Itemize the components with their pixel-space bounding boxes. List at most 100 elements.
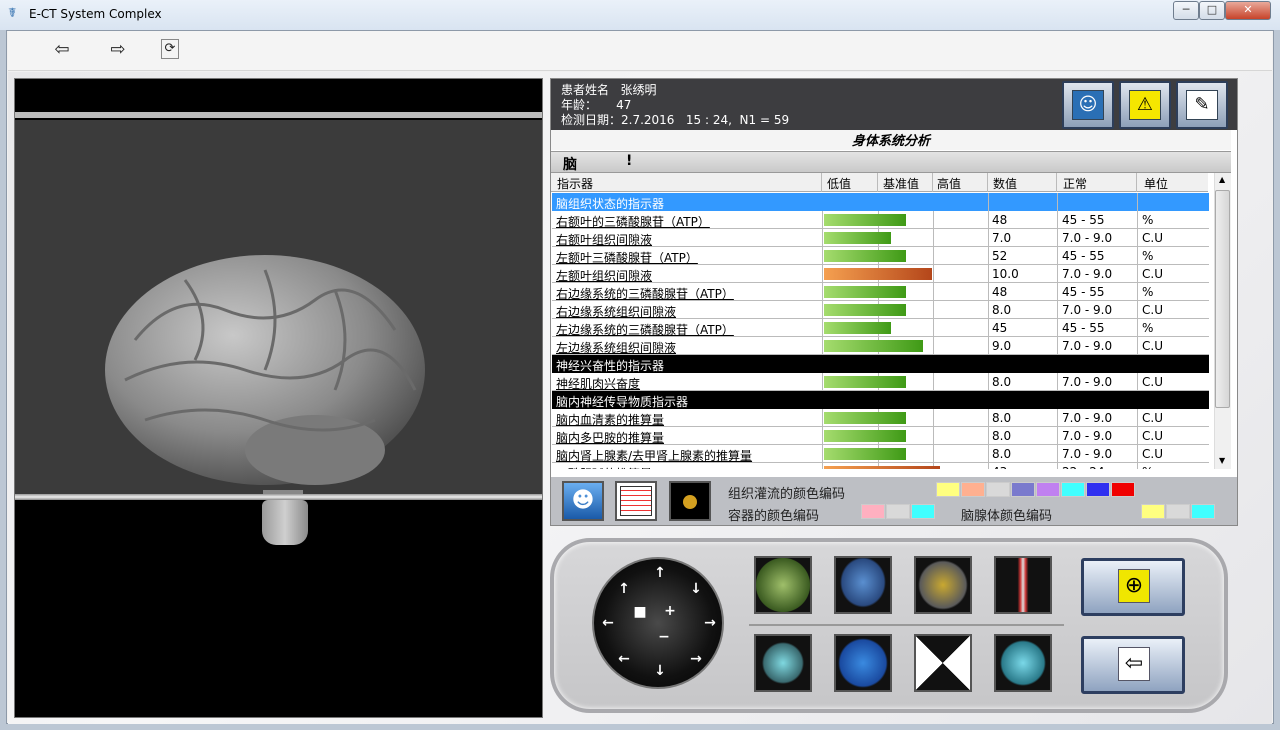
scroll-up-icon[interactable]: ▲ [1219,175,1225,184]
window-title: E-CT System Complex [29,7,162,21]
cell-divider [933,409,934,427]
cell-divider [988,265,989,283]
lungs-organ-button[interactable] [834,634,892,692]
cell-divider [1057,373,1058,391]
table-row[interactable]: 乙酰胆碱的推算量 43 22 - 24% [552,463,1209,469]
category-row[interactable]: 神经兴奋性的指示器 [552,355,1209,373]
indicator-name[interactable]: 脑内肾上腺素/去甲肾上腺素的推算量 [556,447,752,464]
return-button[interactable]: ⇦ [1081,636,1185,694]
zoom-in-icon[interactable]: + [660,603,680,619]
warning-icon: ⚠ [1129,90,1161,120]
heart-organ-button[interactable] [914,556,972,614]
scan-view-button[interactable] [669,481,711,521]
cell-divider [1137,265,1138,283]
col-normal[interactable]: 正常 [1063,175,1087,192]
warning-button[interactable]: ⚠ [1119,81,1171,129]
refresh-icon[interactable]: ⟳ [161,39,179,59]
rotate-down-icon[interactable]: ↓ [650,663,670,679]
table-row[interactable]: 神经肌肉兴奋度 8.0 7.0 - 9.0 C.U [552,373,1209,391]
hourglass-button[interactable] [914,634,972,692]
indicator-name[interactable]: 左额叶三磷酸腺苷（ATP） [556,249,698,266]
indicator-name[interactable]: 左额叶组织间隙液 [556,267,652,284]
table-row[interactable]: 左额叶组织间隙液 10.0 7.0 - 9.0 C.U [552,265,1209,283]
indicator-name[interactable]: 神经兴奋性的指示器 [556,357,664,374]
thyroid-icon [756,636,810,690]
brain-organ-button[interactable] [834,556,892,614]
table-row[interactable]: 脑内血清素的推算量 8.0 7.0 - 9.0 C.U [552,409,1209,427]
button-divider [749,624,1064,626]
indicator-normal-range: 45 - 55 [1062,285,1105,299]
col-value[interactable]: 数值 [993,175,1017,192]
indicator-normal-range: 7.0 - 9.0 [1062,267,1113,281]
indicator-name[interactable]: 左边缘系统组织间隙液 [556,339,676,356]
indicator-normal-range: 45 - 55 [1062,321,1105,335]
indicator-normal-range: 7.0 - 9.0 [1062,411,1113,425]
table-row[interactable]: 脑内肾上腺素/去甲肾上腺素的推算量 8.0 7.0 - 9.0 C.U [552,445,1209,463]
digestive-organ-button[interactable] [754,556,812,614]
kidney-organ-button[interactable] [994,634,1052,692]
table-row[interactable]: 脑内多巴胺的推算量 8.0 7.0 - 9.0 C.U [552,427,1209,445]
report-button[interactable]: ☺ [1062,81,1114,129]
thyroid-organ-button[interactable] [754,634,812,692]
indicator-name[interactable]: 脑内血清素的推算量 [556,411,664,428]
rotate-left-icon[interactable]: ← [598,615,618,631]
col-low[interactable]: 低值 [827,175,851,192]
stop-icon[interactable]: ■ [630,604,650,620]
category-row[interactable]: 脑组织状态的指示器 [552,193,1209,211]
table-row[interactable]: 左额叶三磷酸腺苷（ATP） 52 45 - 55% [552,247,1209,265]
scrollbar-thumb[interactable] [1215,190,1230,408]
category-row[interactable]: 脑内神经传导物质指示器 [552,391,1209,409]
rotate-up-icon[interactable]: ↑ [650,565,670,581]
col-indicator[interactable]: 指示器 [557,175,593,192]
rotate-down-right-icon[interactable]: → [686,651,706,667]
table-row[interactable]: 左边缘系统的三磷酸腺苷（ATP） 45 45 - 55% [552,319,1209,337]
col-base[interactable]: 基准值 [883,175,919,192]
spine-organ-button[interactable] [994,556,1052,614]
table-row[interactable]: 右额叶的三磷酸腺苷（ATP） 48 45 - 55% [552,211,1209,229]
rotate-right-icon[interactable]: → [700,615,720,631]
rotate-down-left-icon[interactable]: ← [614,651,634,667]
zoom-out-icon[interactable]: − [654,629,674,645]
indicator-name[interactable]: 右边缘系统的三磷酸腺苷（ATP） [556,285,734,302]
scroll-down-icon[interactable]: ▼ [1219,456,1225,465]
close-button[interactable]: ✕ [1225,1,1271,20]
spine-icon [996,558,1050,612]
table-row[interactable]: 右边缘系统的三磷酸腺苷（ATP） 48 45 - 55% [552,283,1209,301]
vessel-color-swatch [861,504,885,519]
indicator-name[interactable]: 左边缘系统的三磷酸腺苷（ATP） [556,321,734,338]
rotation-joystick[interactable]: ↑ ↑ ↓ ← → ← ↓ → ■ + − [592,557,724,689]
indicator-value: 48 [992,213,1008,227]
back-arrow-icon[interactable]: ⇦ [50,39,74,61]
indicator-normal-range: 22 - 24 [1062,465,1105,469]
indicator-name[interactable]: 右额叶组织间隙液 [556,231,652,248]
brain-3d-view[interactable] [15,120,542,495]
cell-divider [822,265,823,283]
indicator-name[interactable]: 神经肌肉兴奋度 [556,375,640,392]
indicator-name[interactable]: 右边缘系统组织间隙液 [556,303,676,320]
table-row[interactable]: 左边缘系统组织间隙液 9.0 7.0 - 9.0 C.U [552,337,1209,355]
indicator-name[interactable]: 脑组织状态的指示器 [556,195,664,212]
person-view-button[interactable]: ☻ [562,481,604,521]
cell-divider [933,427,934,445]
indicator-name[interactable]: 右额叶的三磷酸腺苷（ATP） [556,213,710,230]
edit-button[interactable]: ✎ [1176,81,1228,129]
indicator-name[interactable]: 乙酰胆碱的推算量 [556,465,652,469]
table-view-button[interactable] [615,481,657,521]
col-divider [1056,173,1057,192]
maximize-button[interactable]: □ [1199,1,1225,20]
indicator-value: 8.0 [992,411,1012,425]
col-high[interactable]: 高值 [937,175,961,192]
table-row[interactable]: 右边缘系统组织间隙液 8.0 7.0 - 9.0 C.U [552,301,1209,319]
minimize-button[interactable]: ─ [1173,1,1199,20]
col-unit[interactable]: 单位 [1144,175,1168,192]
target-button[interactable]: ⊕ [1081,558,1185,616]
value-bar [824,376,906,388]
forward-arrow-icon[interactable]: ⇨ [106,39,130,61]
indicator-name[interactable]: 脑内多巴胺的推算量 [556,429,664,446]
cell-divider [1137,445,1138,463]
table-row[interactable]: 右额叶组织间隙液 7.0 7.0 - 9.0 C.U [552,229,1209,247]
rotate-up-right-icon[interactable]: ↓ [686,581,706,597]
rotate-up-left-icon[interactable]: ↑ [614,581,634,597]
cell-divider [1057,463,1058,469]
indicator-name[interactable]: 脑内神经传导物质指示器 [556,393,688,410]
